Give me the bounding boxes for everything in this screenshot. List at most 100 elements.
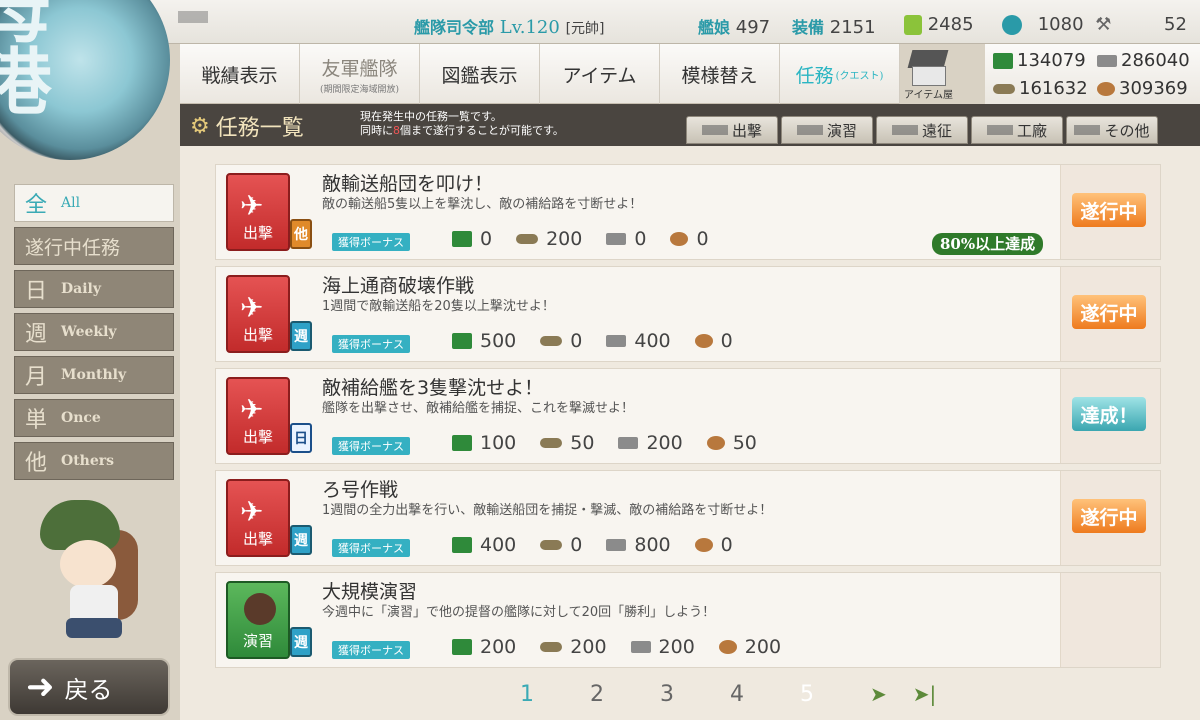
- filter-exercise[interactable]: 演習: [781, 116, 873, 144]
- filter-arsenal[interactable]: 工廠: [971, 116, 1063, 144]
- sidebar-item-monthly[interactable]: 月 Monthly: [14, 356, 174, 394]
- screw-count: 52: [1164, 14, 1187, 35]
- nav-label: 友軍艦隊: [321, 57, 398, 80]
- bucket-count: 2485: [904, 14, 974, 35]
- page-5[interactable]: 5: [800, 682, 814, 707]
- reward-ammo: 0: [570, 534, 583, 556]
- other-icon: [1074, 125, 1101, 135]
- nav-quests[interactable]: 任務 (クエスト): [780, 44, 900, 104]
- fuel-icon: [452, 333, 472, 349]
- fuel-icon: [452, 537, 472, 553]
- quest-description: 艦隊を出撃させ、敵補給艦を捕捉、これを撃滅せよ！: [322, 401, 635, 416]
- admiral-emblem: 母港: [0, 0, 170, 160]
- quest-type-badge: 他: [290, 219, 312, 249]
- reward-steel: 200: [646, 432, 683, 454]
- quest-description: 敵の輸送船5隻以上を撃沈し、敵の補給路を寸断せよ！: [322, 197, 643, 212]
- bauxite-icon: [670, 232, 689, 246]
- quest-row[interactable]: ✈ 出撃 週 海上通商破壊作戦 1週間で敵輸送船を20隻以上撃沈せよ！ 獲得ボーナ…: [215, 266, 1161, 362]
- reward-bauxite: 0: [696, 228, 709, 250]
- back-button[interactable]: ➜ 戻る: [8, 658, 170, 716]
- reward-ammo: 200: [570, 636, 607, 658]
- sidebar-item-weekly[interactable]: 週 Weekly: [14, 313, 174, 351]
- nav-items[interactable]: アイテム: [540, 44, 660, 104]
- last-page-icon[interactable]: ➤|: [913, 682, 937, 707]
- filter-other[interactable]: その他: [1066, 116, 1158, 144]
- ammo-icon: [540, 540, 563, 550]
- filter-sortie[interactable]: 出撃: [686, 116, 778, 144]
- quest-status-badge: 遂行中: [1072, 499, 1146, 533]
- quest-row[interactable]: ✈ 出撃 週 ろ号作戦 1週間の全力出撃を行い、敵輸送船団を捕捉・撃滅、敵の補給路…: [215, 470, 1161, 566]
- quest-title: 敵輸送船団を叩け！: [322, 173, 494, 195]
- sortie-quest-icon: ✈ 出撃: [226, 275, 290, 353]
- reward-list: 400 0 800 0: [452, 534, 733, 556]
- nav-furniture[interactable]: 模様替え: [660, 44, 780, 104]
- title-text: 任務一覧: [215, 116, 304, 141]
- expedition-icon: [891, 125, 918, 135]
- nav-records[interactable]: 戦績表示: [180, 44, 300, 104]
- reward-ammo: 200: [546, 228, 583, 250]
- next-page-icon[interactable]: ➤: [870, 682, 887, 707]
- bonus-label: 獲得ボーナス: [332, 335, 410, 353]
- reward-steel: 0: [634, 228, 647, 250]
- quest-row[interactable]: ✈ 出撃 日 敵補給艦を3隻撃沈せよ！ 艦隊を出撃させ、敵補給艦を捕捉、これを撃滅…: [215, 368, 1161, 464]
- desc-line1: 現在発生中の任務一覧です。: [360, 110, 502, 123]
- sidebar-item-in-progress[interactable]: 遂行中任務: [14, 227, 174, 265]
- devtools-value: 1080: [1037, 14, 1084, 35]
- bauxite-icon: [694, 538, 713, 552]
- sidebar-item-daily[interactable]: 日 Daily: [14, 270, 174, 308]
- quest-header: ⚙ 任務一覧 現在発生中の任務一覧です。 同時に8個まで遂行することが可能です。…: [180, 104, 1200, 146]
- page-title: ⚙ 任務一覧: [190, 110, 304, 142]
- page-1[interactable]: 1: [520, 682, 534, 707]
- page-4[interactable]: 4: [730, 682, 744, 707]
- filter-expedition[interactable]: 遠征: [876, 116, 968, 144]
- pagination: 1 2 3 4 5 ➤ ➤|: [520, 682, 936, 707]
- player-name: [178, 11, 208, 23]
- sidebar-item-others[interactable]: 他 Others: [14, 442, 174, 480]
- sidebar-item-all[interactable]: 全 All: [14, 184, 174, 222]
- reward-steel: 800: [634, 534, 671, 556]
- reward-fuel: 100: [480, 432, 517, 454]
- plane-icon: ✈: [240, 495, 264, 528]
- screw-icon: ⚒: [1095, 14, 1112, 35]
- page-3[interactable]: 3: [660, 682, 674, 707]
- quest-complete-badge[interactable]: 達成！: [1072, 397, 1146, 431]
- quest-row[interactable]: 演習 週 大規模演習 今週中に「演習」で他の提督の艦隊に対して20回「勝利」しよ…: [215, 572, 1161, 668]
- sidebar-item-once[interactable]: 単 Once: [14, 399, 174, 437]
- reward-ammo: 50: [570, 432, 595, 454]
- arsenal-icon: [986, 125, 1013, 135]
- steel-icon: [630, 641, 651, 653]
- ammo-resource: 286040: [1097, 50, 1190, 71]
- ships-label: 艦娘: [698, 18, 731, 37]
- quest-title: 大規模演習: [322, 581, 418, 603]
- quest-status-badge: 遂行中: [1072, 193, 1146, 227]
- status-bar: 艦隊司令部 Lv.120 [元帥] 艦娘 497 装備 2151 2485 10…: [0, 0, 1200, 44]
- reward-bauxite: 50: [732, 432, 757, 454]
- ammo-icon: [1097, 54, 1117, 67]
- nav-label: アイテム: [562, 64, 637, 87]
- nav-friend-fleet[interactable]: 友軍艦隊 (期間限定海域開放): [300, 44, 420, 104]
- bauxite-icon: [1097, 81, 1115, 96]
- level-value: Lv.120: [499, 17, 560, 38]
- quest-description: 1週間の全力出撃を行い、敵輸送船団を捕捉・撃滅、敵の補給路を寸断せよ！: [322, 503, 773, 518]
- resource-panel: 134079 286040 161632 309369: [985, 44, 1200, 104]
- progress-badge: 80%以上達成: [932, 233, 1044, 255]
- page-2[interactable]: 2: [590, 682, 604, 707]
- fuel-icon: [452, 639, 472, 655]
- steel-icon: [606, 233, 627, 245]
- bonus-label: 獲得ボーナス: [332, 437, 410, 455]
- nav-label: 模様替え: [681, 64, 758, 87]
- reward-fuel: 400: [480, 534, 517, 556]
- reward-steel: 400: [634, 330, 671, 352]
- quest-row[interactable]: ✈ 出撃 他 敵輸送船団を叩け！ 敵の輸送船5隻以上を撃沈し、敵の補給路を寸断せよ…: [215, 164, 1161, 260]
- equip-value: 2151: [829, 17, 876, 38]
- steel-icon: [993, 83, 1015, 94]
- reward-fuel: 200: [480, 636, 517, 658]
- quest-status-badge: 遂行中: [1072, 295, 1146, 329]
- reward-fuel: 0: [480, 228, 493, 250]
- bauxite-resource: 309369: [1097, 78, 1188, 99]
- quest-description: 今週中に「演習」で他の提督の艦隊に対して20回「勝利」しよう！: [322, 605, 716, 620]
- item-shop-button[interactable]: アイテム屋: [902, 48, 960, 101]
- emblem-glyph: 母港: [0, 0, 52, 116]
- sortie-icon: [701, 125, 728, 135]
- nav-library[interactable]: 図鑑表示: [420, 44, 540, 104]
